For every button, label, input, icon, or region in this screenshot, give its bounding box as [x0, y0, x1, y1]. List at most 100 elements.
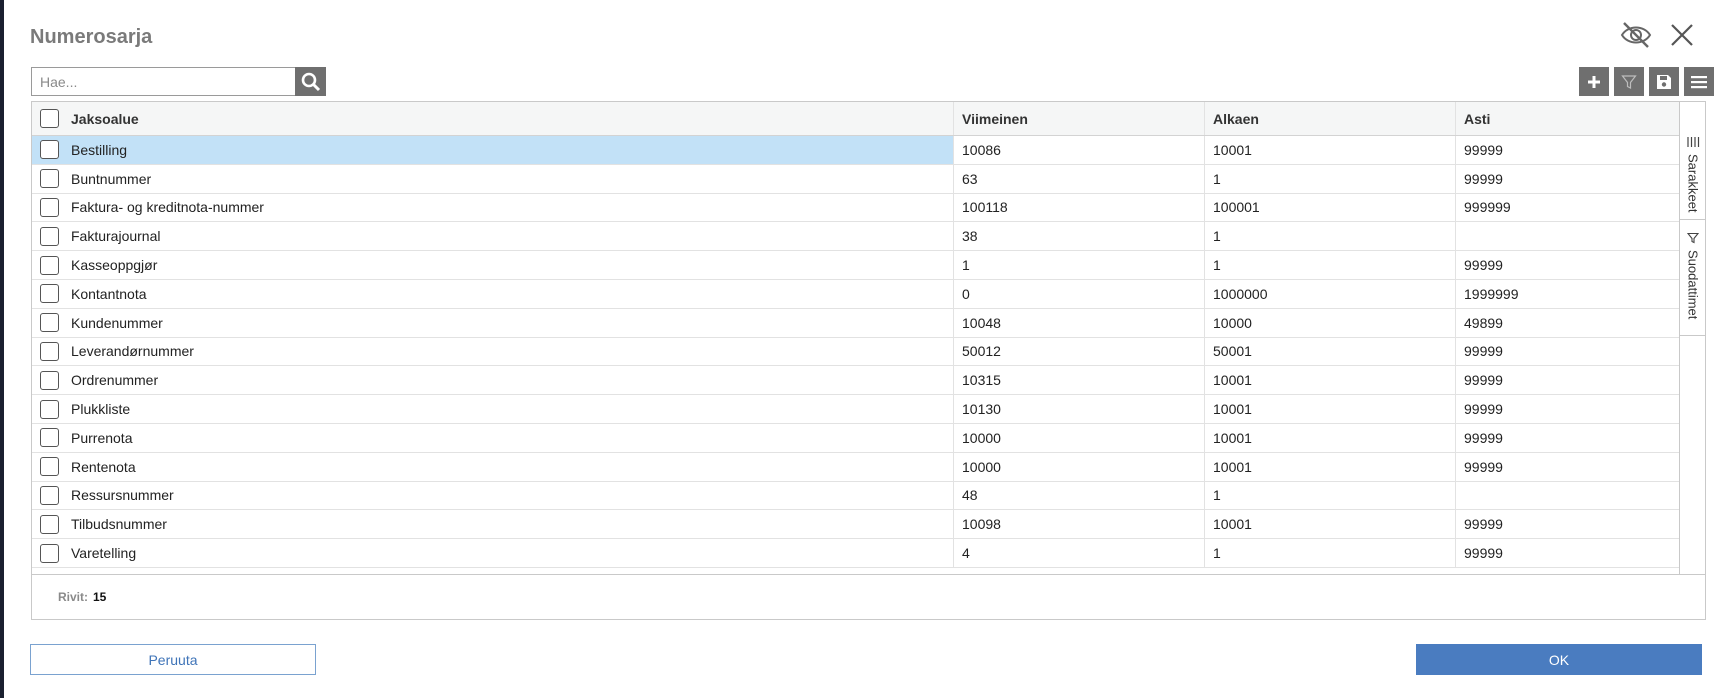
dialog-top-icons — [1618, 20, 1700, 50]
close-icon[interactable] — [1664, 20, 1700, 50]
add-button[interactable] — [1579, 67, 1609, 96]
row-checkbox[interactable] — [40, 140, 59, 160]
plus-icon — [1588, 75, 1600, 88]
save-icon — [1657, 74, 1671, 89]
cell-asti: 99999 — [1464, 401, 1503, 418]
cell-alkaen: 10001 — [1205, 510, 1456, 539]
table-row[interactable]: Rentenota 10000 10001 99999 — [32, 452, 1680, 482]
cell-viimeinen: 10098 — [954, 510, 1205, 539]
filter-icon — [1687, 232, 1699, 244]
menu-button[interactable] — [1684, 67, 1714, 96]
cell-viimeinen: 50012 — [954, 337, 1205, 366]
cancel-button[interactable]: Peruuta — [30, 644, 316, 675]
row-checkbox[interactable] — [40, 341, 59, 361]
dialog-title: Numerosarja — [30, 26, 153, 48]
cell-alkaen: 10001 — [1205, 366, 1456, 395]
cell-alkaen: 100001 — [1205, 193, 1456, 222]
table-row[interactable]: Kasseoppgjør 1 1 99999 — [32, 251, 1680, 280]
row-select-cell — [32, 453, 68, 481]
rows-count-label: Rivit: — [58, 590, 88, 604]
table-row[interactable]: Leverandørnummer 50012 50001 99999 — [32, 337, 1680, 367]
cell-jaksoalue: Buntnummer — [68, 164, 954, 193]
row-checkbox[interactable] — [40, 226, 59, 246]
cell-asti: 99999 — [1464, 458, 1503, 475]
select-all-checkbox[interactable] — [40, 109, 59, 128]
tab-columns[interactable]: Sarakkeet — [1680, 102, 1706, 220]
search-input[interactable] — [31, 67, 295, 96]
cell-asti: 99999 — [1464, 372, 1503, 389]
row-checkbox[interactable] — [40, 485, 59, 505]
row-select-cell — [32, 338, 68, 366]
row-select-cell — [32, 280, 68, 308]
table-row[interactable]: Fakturajournal 38 1 — [32, 222, 1680, 252]
cell-alkaen: 10001 — [1205, 452, 1456, 481]
grid-rows: Bestilling 10086 10001 99999 Buntnummer 63 1 99… — [32, 136, 1680, 568]
row-select-cell — [32, 136, 68, 164]
column-header-jaksoalue[interactable]: Jaksoalue — [68, 102, 954, 135]
cell-viimeinen: 1 — [954, 251, 1205, 279]
column-header-alkaen[interactable]: Alkaen — [1205, 102, 1456, 135]
cell-jaksoalue: Kasseoppgjør — [68, 251, 954, 279]
column-header-viimeinen[interactable]: Viimeinen — [954, 102, 1205, 135]
row-checkbox[interactable] — [40, 197, 59, 217]
table-row[interactable]: Kontantnota 0 1000000 1999999 — [32, 279, 1680, 309]
cell-asti: 99999 — [1464, 343, 1503, 360]
ok-button[interactable]: OK — [1416, 644, 1702, 675]
numerosarja-dialog: Numerosarja Hae... Jaksoalue Viimeinen A… — [4, 0, 1728, 698]
row-checkbox[interactable] — [40, 428, 59, 448]
row-checkbox[interactable] — [40, 514, 59, 534]
cell-asti: 99999 — [1464, 170, 1503, 187]
cell-viimeinen: 10048 — [954, 308, 1205, 337]
row-select-cell — [32, 194, 68, 222]
row-checkbox[interactable] — [40, 313, 59, 333]
cell-alkaen: 1 — [1205, 251, 1456, 279]
cell-asti: 99999 — [1464, 257, 1503, 274]
table-row[interactable]: Ordrenummer 10315 10001 99999 — [32, 366, 1680, 396]
row-checkbox[interactable] — [40, 370, 59, 390]
table-row[interactable]: Varetelling 4 1 99999 — [32, 539, 1680, 568]
table-row[interactable]: Buntnummer 63 1 99999 — [32, 164, 1680, 194]
cell-viimeinen: 38 — [954, 222, 1205, 251]
table-row[interactable]: Ressursnummer 48 1 — [32, 481, 1680, 511]
table-row[interactable]: Bestilling 10086 10001 99999 — [32, 136, 1680, 165]
table-row[interactable]: Plukkliste 10130 10001 99999 — [32, 395, 1680, 424]
search-icon — [301, 72, 320, 91]
cell-asti: 99999 — [1464, 429, 1503, 446]
row-select-cell — [32, 539, 68, 567]
row-checkbox[interactable] — [40, 399, 59, 419]
row-select-cell — [32, 366, 68, 394]
rows-count-value: 15 — [93, 590, 107, 604]
cell-jaksoalue: Purrenota — [68, 423, 954, 452]
cell-alkaen: 10001 — [1205, 395, 1456, 423]
cell-alkaen: 1 — [1205, 539, 1456, 567]
cell-viimeinen: 48 — [954, 481, 1205, 510]
cell-asti: 1999999 — [1464, 285, 1519, 302]
cell-asti — [1456, 222, 1680, 250]
row-select-cell — [32, 309, 68, 337]
save-button[interactable] — [1649, 67, 1679, 96]
table-row[interactable]: Tilbudsnummer 10098 10001 99999 — [32, 510, 1680, 540]
header-select-cell — [32, 102, 68, 135]
row-checkbox[interactable] — [40, 457, 59, 477]
cell-viimeinen: 4 — [954, 539, 1205, 567]
table-row[interactable]: Purrenota 10000 10001 99999 — [32, 423, 1680, 453]
tab-columns-label: Sarakkeet — [1685, 154, 1701, 213]
hide-eye-icon[interactable] — [1618, 20, 1654, 50]
search-button[interactable] — [295, 67, 326, 96]
row-checkbox[interactable] — [40, 255, 59, 275]
cell-viimeinen: 63 — [954, 164, 1205, 193]
table-row[interactable]: Faktura- og kreditnota-nummer 100118 10000… — [32, 193, 1680, 223]
cell-alkaen: 10001 — [1205, 423, 1456, 452]
cell-jaksoalue: Ressursnummer — [68, 481, 954, 510]
filter-button[interactable] — [1614, 67, 1644, 96]
cell-viimeinen: 10000 — [954, 423, 1205, 452]
row-checkbox[interactable] — [40, 169, 59, 189]
search-bar — [31, 67, 326, 96]
column-header-asti[interactable]: Asti — [1456, 102, 1680, 135]
filter-icon — [1621, 74, 1637, 89]
tab-filters[interactable]: Suodattimet — [1680, 220, 1706, 336]
row-select-cell — [32, 251, 68, 279]
row-checkbox[interactable] — [40, 284, 59, 304]
table-row[interactable]: Kundenummer 10048 10000 49899 — [32, 308, 1680, 338]
row-checkbox[interactable] — [40, 543, 59, 563]
